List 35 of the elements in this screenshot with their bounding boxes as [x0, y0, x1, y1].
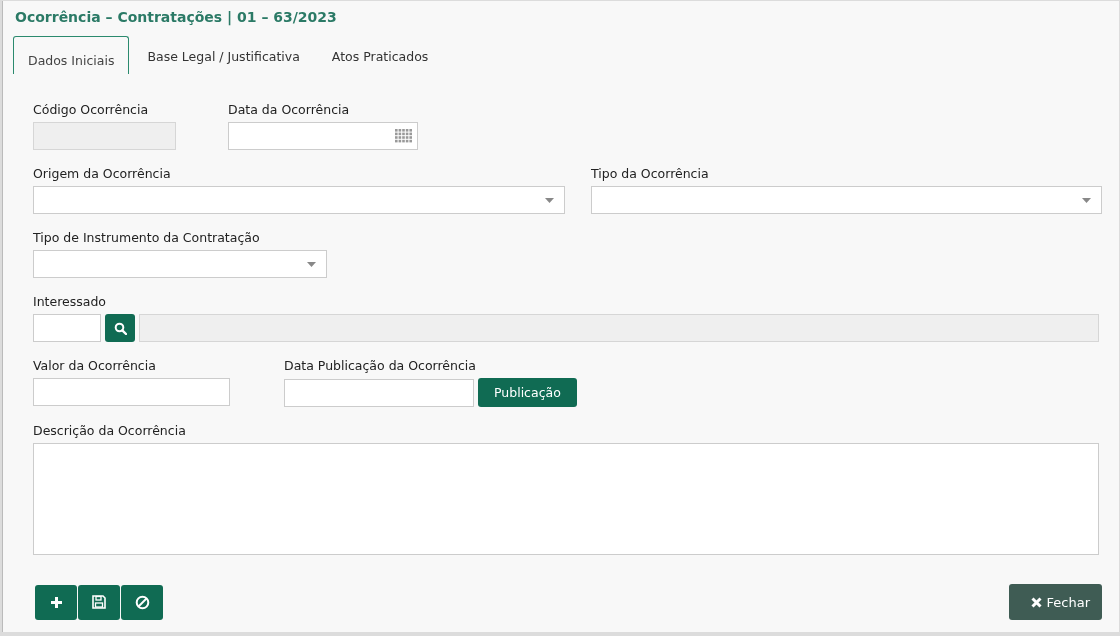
tab[interactable]: Atos Praticados	[315, 49, 445, 74]
field-label: Código Ocorrência	[33, 102, 150, 117]
text-field[interactable]	[33, 378, 230, 406]
prohibited-icon	[134, 594, 150, 610]
window-title: Ocorrência – Contratações | 01 – 63/2023	[15, 9, 338, 25]
tab[interactable]: Dados Iniciais	[13, 36, 130, 74]
caret-icon	[307, 261, 316, 267]
field-label: Tipo da Ocorrência	[591, 166, 710, 181]
field-label: Origem da Ocorrência	[33, 166, 172, 181]
description-field[interactable]	[33, 443, 1099, 555]
search-button[interactable]	[105, 314, 135, 342]
add-button[interactable]	[35, 584, 77, 620]
close-icon	[1030, 596, 1042, 608]
date-field[interactable]	[284, 378, 474, 407]
tab[interactable]: Base Legal / Justificativa	[131, 49, 316, 74]
field-label: Data Publicação da Ocorrência	[284, 358, 477, 373]
caret-icon	[545, 197, 554, 203]
publish-button[interactable]: Publicação	[478, 378, 577, 407]
plus-icon	[49, 595, 63, 609]
date-field[interactable]	[228, 122, 418, 150]
caret-icon	[1082, 197, 1091, 203]
code-field[interactable]	[33, 314, 101, 342]
search-icon	[113, 321, 127, 335]
field-label: Tipo de Instrumento da Contratação	[33, 230, 261, 245]
cancel-button[interactable]	[121, 584, 163, 620]
save-button[interactable]	[78, 584, 120, 620]
dropdown[interactable]	[33, 186, 565, 214]
calendar-icon[interactable]	[395, 129, 413, 143]
field-label: Valor da Ocorrência	[33, 358, 157, 373]
dropdown[interactable]	[33, 250, 327, 278]
field-label: Data da Ocorrência	[228, 102, 351, 117]
close-button[interactable]: Fechar	[1008, 584, 1102, 620]
field-label: Descrição da Ocorrência	[33, 423, 187, 438]
field-label: Interessado	[33, 294, 108, 309]
dropdown[interactable]	[591, 186, 1102, 214]
